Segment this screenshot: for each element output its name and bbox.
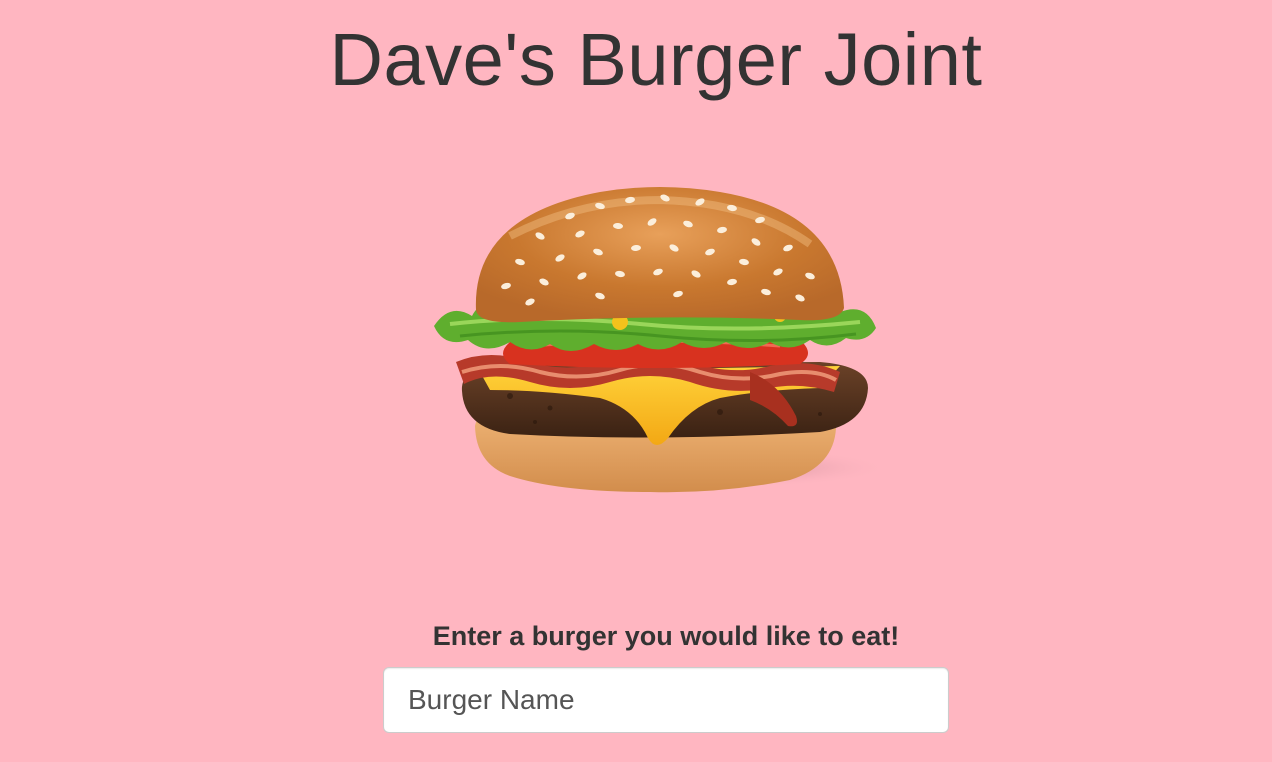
burger-illustration — [434, 187, 890, 493]
page-title: Dave's Burger Joint — [329, 18, 983, 101]
burger-form-label: Enter a burger you would like to eat! — [432, 621, 900, 651]
burger-image — [420, 176, 900, 506]
burger-name-input[interactable] — [383, 667, 949, 733]
